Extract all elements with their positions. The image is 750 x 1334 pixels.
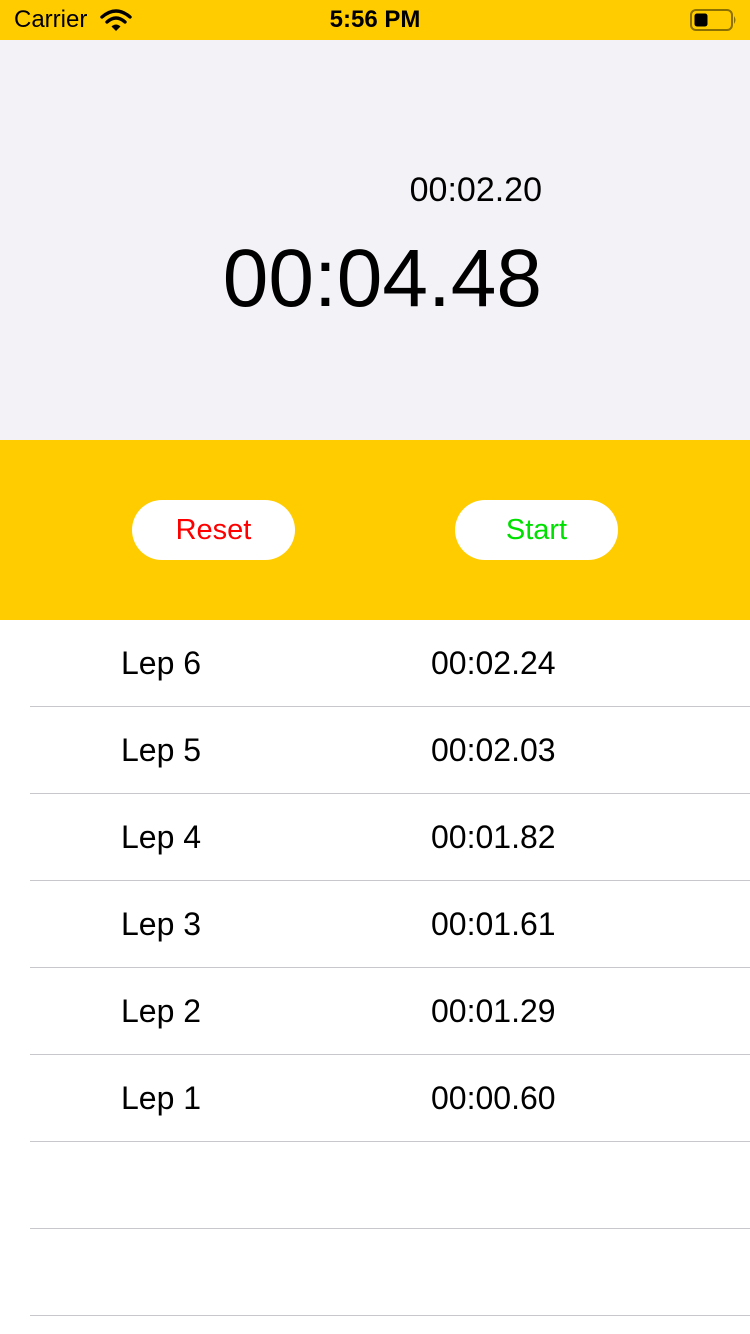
status-time: 5:56 PM [329, 6, 421, 33]
table-row: Lep 2 00:01.29 [0, 968, 750, 1055]
current-lap-time: 00:02.20 [409, 171, 542, 209]
lap-name: Lep 2 [121, 993, 202, 1029]
timer-display: 00:02.20 00:04.48 [0, 40, 750, 440]
lap-name: Lep 1 [121, 1080, 202, 1116]
lap-time: 00:01.82 [431, 819, 556, 855]
lap-name: Lep 5 [121, 732, 202, 768]
laps-table[interactable]: Lep 6 00:02.24 Lep 5 00:02.03 Lep 4 00:0… [0, 620, 750, 1334]
lap-name: Lep 6 [121, 645, 202, 681]
lap-name: Lep 4 [121, 819, 202, 855]
battery-icon [690, 8, 738, 32]
lap-time: 00:01.61 [431, 906, 556, 942]
lap-name: Lep 3 [121, 906, 202, 942]
table-row: Lep 5 00:02.03 [0, 707, 750, 794]
lap-time: 00:00.60 [431, 1080, 556, 1116]
table-row [0, 1229, 750, 1316]
table-row: Lep 6 00:02.24 [0, 620, 750, 707]
lap-time: 00:02.03 [431, 732, 556, 768]
table-row: Lep 1 00:00.60 [0, 1055, 750, 1142]
table-row: Lep 3 00:01.61 [0, 881, 750, 968]
table-row [0, 1142, 750, 1229]
lap-time: 00:01.29 [431, 993, 556, 1029]
table-row: Lep 4 00:01.82 [0, 794, 750, 881]
row-divider [30, 1315, 750, 1316]
total-elapsed-time: 00:04.48 [222, 233, 542, 324]
lap-time: 00:02.24 [431, 645, 556, 681]
start-button[interactable]: Start [455, 500, 618, 560]
control-bar: Reset Start [0, 440, 750, 620]
status-bar: Carrier 5:56 PM [0, 0, 750, 40]
reset-button[interactable]: Reset [132, 500, 295, 560]
